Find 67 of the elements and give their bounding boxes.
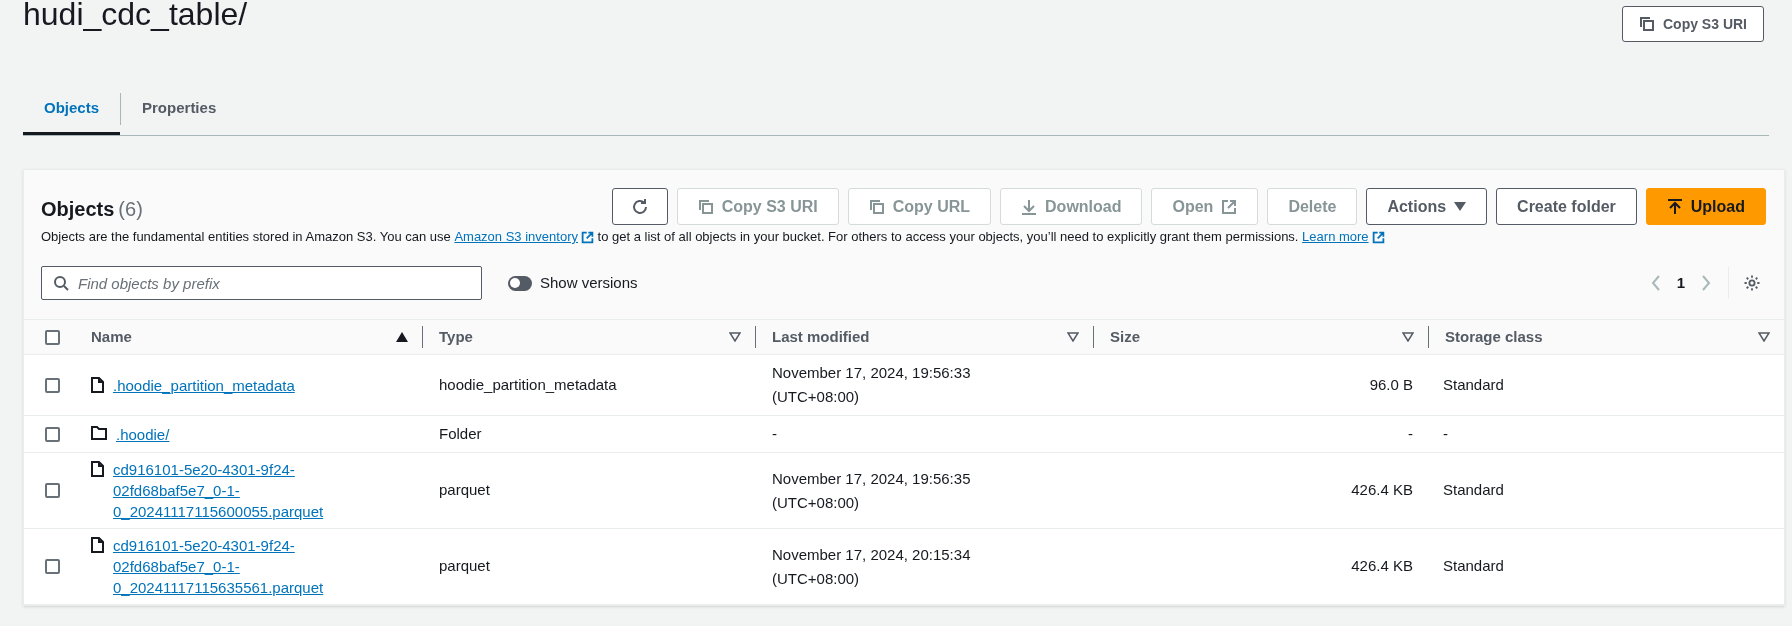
- row-checkbox[interactable]: [45, 483, 60, 498]
- object-name-link[interactable]: .hoodie_partition_metadata: [113, 374, 295, 396]
- last-modified-cell-text: -: [771, 424, 778, 444]
- search-field[interactable]: Find objects by prefix: [41, 266, 482, 300]
- row-checkbox[interactable]: [45, 559, 60, 574]
- action-button[interactable]: Upload: [1645, 188, 1766, 225]
- type-cell-text: parquet: [438, 480, 491, 501]
- file-icon: [91, 376, 104, 393]
- row-checkbox[interactable]: [45, 329, 60, 345]
- toggle-switch[interactable]: [508, 275, 532, 291]
- download-icon: [1021, 198, 1038, 215]
- toggle-label: Show versions: [540, 272, 638, 293]
- upload-icon: [1666, 198, 1683, 215]
- page-title: hudi_cdc_table/: [23, 0, 248, 34]
- storage-class-cell-text: Standard: [1442, 480, 1505, 501]
- file-icon: [91, 537, 104, 553]
- panel-description: Objects are the fundamental entities stored in Amazon S3. You can use Amazon S3 inventory to get a list of all objects in your bucket. For others to access your objects, you’ll need to explicitly grant them permissions. Learn more: [41, 228, 1767, 246]
- tab[interactable]: Properties: [121, 82, 238, 135]
- external-link-icon: [1371, 230, 1385, 244]
- sort-ascending-icon: [396, 332, 408, 342]
- copy-icon: [868, 198, 885, 215]
- last-modified-cell-text: November 17, 2024, 19:56:33 (UTC+08:00): [771, 363, 972, 407]
- copy-icon: [697, 198, 714, 215]
- search-icon: [53, 275, 69, 291]
- settings-icon[interactable]: [1743, 274, 1761, 292]
- last-modified-cell-text: November 17, 2024, 19:56:35 (UTC+08:00): [771, 468, 972, 513]
- link[interactable]: Amazon S3 inventory: [454, 228, 594, 246]
- last-modified-cell-text: November 17, 2024, 20:15:34 (UTC+08:00): [771, 544, 972, 589]
- copy-icon: [1639, 16, 1655, 32]
- object-count: (6): [118, 196, 143, 222]
- row-checkbox[interactable]: [45, 377, 60, 393]
- action-button[interactable]: Create folder: [1496, 188, 1637, 225]
- panel-title: Objects: [41, 196, 115, 222]
- sort-icon: [1758, 332, 1770, 342]
- column-header[interactable]: Name: [91, 325, 132, 349]
- size-cell-text: 426.4 KB: [1350, 480, 1414, 501]
- object-name-link[interactable]: cd916101-5e20-4301-9f24-02fd68baf5e7_0-1-0_20241117115635561.parquet: [113, 535, 343, 598]
- copy-s3-uri-button[interactable]: Copy S3 URI: [1622, 6, 1764, 42]
- external-link-icon: [1221, 198, 1238, 215]
- column-header[interactable]: Size: [1110, 325, 1140, 349]
- size-cell-text: 96.0 B: [1368, 374, 1414, 395]
- caret-icon: [1454, 201, 1467, 212]
- type-cell-text: hoodie_partition_metadata: [438, 374, 618, 395]
- storage-class-cell-text: Standard: [1442, 556, 1505, 577]
- type-cell-text: Folder: [438, 423, 483, 444]
- row-checkbox[interactable]: [45, 426, 60, 442]
- page-number[interactable]: 1: [1676, 271, 1685, 295]
- file-icon: [91, 461, 104, 477]
- sort-icon: [1067, 332, 1079, 342]
- action-button[interactable]: Actions: [1366, 188, 1488, 225]
- storage-class-cell-text: -: [1442, 423, 1449, 444]
- storage-class-cell-text: Standard: [1442, 374, 1505, 395]
- object-name-link[interactable]: cd916101-5e20-4301-9f24-02fd68baf5e7_0-1-0_20241117115600055.parquet: [113, 459, 343, 522]
- external-link-icon: [580, 230, 594, 244]
- object-name-link[interactable]: .hoodie/: [116, 423, 170, 445]
- column-header[interactable]: Last modified: [772, 325, 870, 349]
- column-header[interactable]: Type: [439, 325, 473, 349]
- size-cell-text: 426.4 KB: [1350, 556, 1414, 577]
- sort-icon: [1402, 332, 1414, 342]
- link[interactable]: Learn more: [1302, 228, 1385, 246]
- refresh-button[interactable]: [611, 188, 668, 225]
- column-header[interactable]: Storage class: [1445, 325, 1543, 349]
- size-cell-text: -: [1407, 423, 1414, 444]
- tab[interactable]: Objects: [23, 82, 121, 135]
- folder-icon: [91, 425, 107, 440]
- type-cell-text: parquet: [438, 556, 491, 577]
- sort-icon: [729, 332, 741, 342]
